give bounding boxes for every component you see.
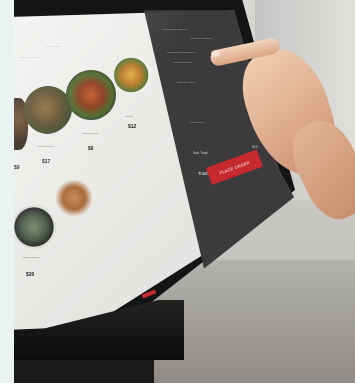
menu-tab[interactable]: — — — (46, 43, 60, 48)
menu-item-price: $17 (42, 159, 51, 165)
menu-item-caption: —— —— (22, 254, 40, 259)
menu-item-caption: —— (125, 113, 133, 118)
panel-line: ———— (190, 120, 204, 124)
menu-item-price: $20 (26, 272, 35, 278)
panel-line: ——— —— (173, 60, 192, 64)
menu-item-caption: —— —— (37, 143, 55, 148)
panel-line: ——— —— (177, 80, 196, 84)
food-dish-5[interactable] (12, 205, 56, 249)
photo-scene: ———— ——— ——— ——— ———— ———— ——— —— ——— ——… (0, 0, 355, 383)
total-label: Total (198, 171, 208, 176)
panel-line: ———— ——— (162, 27, 188, 31)
subtotal-value: $23 (252, 145, 258, 149)
menu-item-price: $12 (128, 124, 137, 130)
menu-item-price: $9 (14, 165, 20, 171)
panel-line: ——— ——— (190, 36, 212, 40)
food-dish-2[interactable] (24, 86, 72, 134)
food-dish-4[interactable] (114, 56, 152, 94)
subtotal-label: Sub Total (193, 151, 208, 155)
food-dish-6[interactable] (54, 178, 94, 218)
menu-item-price: $6 (88, 146, 94, 152)
panel-line: ———— ———— (167, 50, 196, 54)
place-order-label: PLACE ORDER (218, 159, 251, 176)
menu-item-caption: —— —— (82, 130, 100, 135)
menu-tab[interactable]: — — — — (20, 54, 39, 59)
food-dish-3[interactable] (66, 70, 116, 120)
frame-edge (0, 0, 14, 383)
